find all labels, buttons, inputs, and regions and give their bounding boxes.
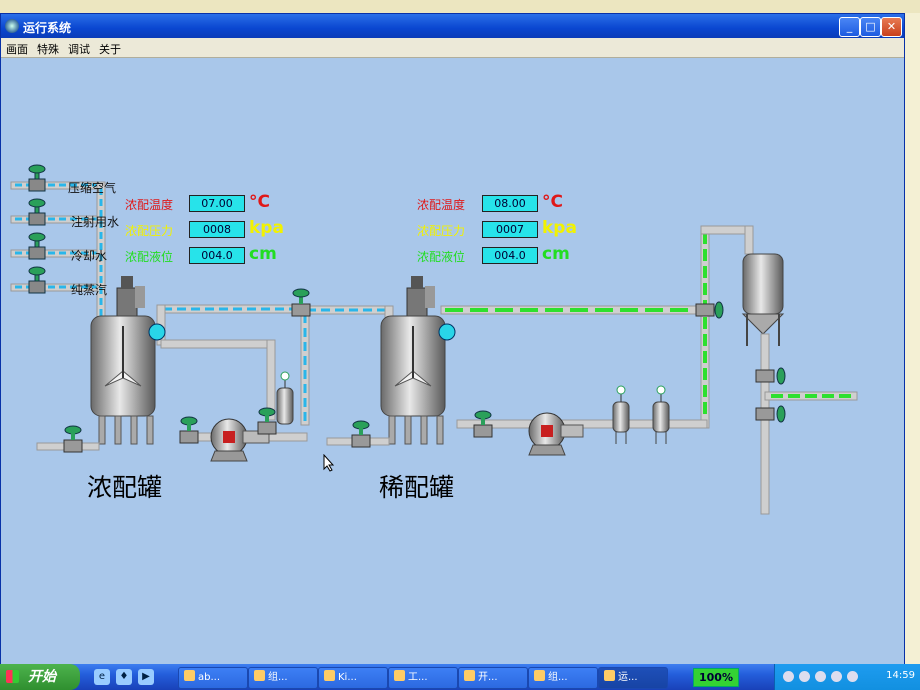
tank2-temp-label: 浓配温度	[417, 198, 466, 212]
tank2-drain-valve	[351, 420, 371, 448]
tank1-temp-unit: °C	[249, 192, 270, 212]
vessel-outlet-pipe	[760, 333, 770, 515]
vessel-valve-b	[755, 405, 786, 423]
system-tray: 14:59	[774, 664, 920, 690]
menu-item-debug[interactable]: 调试	[68, 41, 90, 57]
task-app-icon	[604, 670, 615, 681]
taskbar: 开始 e ♦ ▶ ab... 组... Ki... 工... 开... 组...…	[0, 664, 920, 690]
tank2-pump	[528, 412, 584, 456]
tray-icon[interactable]	[831, 671, 842, 682]
app-icon	[5, 19, 19, 33]
tank2-pressure-value: 0007	[482, 221, 538, 238]
mouse-cursor	[323, 454, 335, 472]
menu-item-special[interactable]: 特殊	[37, 41, 59, 57]
task-button-5[interactable]: 开...	[458, 667, 528, 689]
tank1-pressure-label: 浓配压力	[125, 224, 174, 238]
tank1-pressure-value: 0008	[189, 221, 245, 238]
tray-icon[interactable]	[783, 671, 794, 682]
task-button-1[interactable]: ab...	[178, 667, 248, 689]
quicklaunch-ie-icon[interactable]: e	[94, 669, 110, 685]
tank1-temp-label: 浓配温度	[125, 198, 174, 212]
tray-icon[interactable]	[815, 671, 826, 682]
tank1-name: 浓配罐	[87, 473, 163, 502]
task-app-icon	[464, 670, 475, 681]
slide-background	[0, 0, 920, 13]
inlet-label-injection-water: 注射用水	[71, 215, 120, 229]
tank1-level-unit: cm	[249, 244, 277, 264]
tank2-pressure-label: 浓配压力	[417, 224, 466, 238]
zoom-indicator[interactable]: 100%	[693, 668, 739, 687]
app-window: 运行系统 _ □ ✕ 画面 特殊 调试 关于 压缩空气 注射用水 冷却水 纯蒸汽…	[0, 13, 905, 665]
menu-item-about[interactable]: 关于	[99, 41, 121, 57]
close-button[interactable]: ✕	[881, 17, 902, 37]
inlet-label-pure-steam: 纯蒸汽	[71, 283, 108, 297]
tank2-level-value: 004.0	[482, 247, 538, 264]
task-button-runtime[interactable]: 运...	[598, 667, 668, 689]
process-diagram	[10, 164, 858, 515]
tank1-pump-valve	[179, 416, 199, 444]
tank1-level-label: 浓配液位	[125, 250, 174, 264]
task-app-icon	[254, 670, 265, 681]
process-canvas: 压缩空气 注射用水 冷却水 纯蒸汽 浓配温度 07.00 °C 浓配压力 000…	[1, 58, 904, 664]
menu-bar: 画面 特殊 调试 关于	[1, 38, 904, 58]
task-app-icon	[534, 670, 545, 681]
windows-flag-icon	[6, 670, 19, 683]
vessel-valve-a	[755, 367, 786, 385]
task-button-3[interactable]: Ki...	[318, 667, 388, 689]
recirc-valve	[291, 288, 311, 317]
tank2-filter-b	[652, 385, 670, 444]
window-title: 运行系统	[23, 21, 72, 35]
task-app-icon	[394, 670, 405, 681]
maximize-button[interactable]: □	[860, 17, 881, 37]
tank2-name: 稀配罐	[379, 473, 455, 502]
folder-icon	[324, 670, 335, 681]
tank2-pressure-unit: kpa	[542, 218, 577, 238]
minimize-button[interactable]: _	[839, 17, 860, 37]
tank1-filter	[276, 371, 294, 425]
quicklaunch-app-icon[interactable]: ♦	[116, 669, 132, 685]
tray-icon[interactable]	[847, 671, 858, 682]
tank2-outlet-valve	[695, 301, 724, 319]
clock[interactable]: 14:59	[886, 670, 915, 681]
slide-background-edge	[904, 13, 920, 663]
tank2-level-label: 浓配液位	[417, 250, 466, 264]
tank1-level-value: 004.0	[189, 247, 245, 264]
tank1-drain-valve	[63, 425, 83, 453]
tray-icon[interactable]	[799, 671, 810, 682]
tank2-temp-value: 08.00	[482, 195, 538, 212]
tank-2	[380, 276, 456, 445]
task-button-4[interactable]: 工...	[388, 667, 458, 689]
title-bar[interactable]: 运行系统 _ □ ✕	[1, 14, 904, 38]
start-button[interactable]: 开始	[0, 664, 80, 690]
task-button-2[interactable]: 组...	[248, 667, 318, 689]
tank1-pressure-unit: kpa	[249, 218, 284, 238]
tank1-temp-value: 07.00	[189, 195, 245, 212]
inlet-valves	[28, 164, 46, 294]
task-button-6[interactable]: 组...	[528, 667, 598, 689]
tank2-filter-a	[612, 385, 630, 444]
inlet-label-compressed-air: 压缩空气	[68, 181, 117, 195]
holding-vessel	[741, 253, 785, 346]
menu-item-screen[interactable]: 画面	[6, 41, 28, 57]
task-app-icon	[184, 670, 195, 681]
tank2-level-unit: cm	[542, 244, 570, 264]
tank2-temp-unit: °C	[542, 192, 563, 212]
inlet-label-cooling-water: 冷却水	[71, 249, 108, 263]
quicklaunch-media-icon[interactable]: ▶	[138, 669, 154, 685]
tank1-return-valve	[257, 407, 277, 435]
